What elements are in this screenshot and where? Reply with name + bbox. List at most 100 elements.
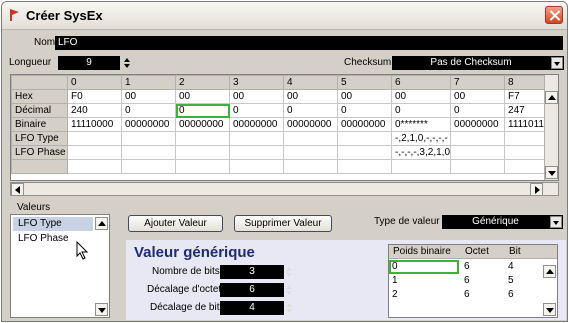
horizontal-scrollbar[interactable]: [10, 182, 559, 196]
table-cell[interactable]: 00: [175, 89, 230, 104]
table-scroll-down-icon[interactable]: [543, 303, 556, 316]
table-cell[interactable]: 4: [505, 260, 535, 274]
table-cell[interactable]: 11110000: [67, 117, 122, 132]
table-cell[interactable]: 6: [461, 274, 501, 288]
table-row: LFO Type -,2,1,0,-,-,-,-: [11, 131, 552, 146]
table-cell[interactable]: [337, 159, 392, 174]
table-cell[interactable]: [121, 159, 176, 174]
column-header: 7: [450, 75, 506, 90]
length-stepper-icon[interactable]: [124, 56, 130, 70]
table-cell[interactable]: 6: [461, 288, 501, 302]
table-cell[interactable]: 0: [283, 103, 338, 118]
table-cell[interactable]: 00: [390, 89, 452, 104]
table-scroll-up-icon[interactable]: [543, 265, 556, 278]
table-cell[interactable]: 0: [389, 260, 459, 274]
table-cell[interactable]: [450, 159, 506, 174]
table-cell[interactable]: [283, 159, 338, 174]
num-bits-stepper-icon[interactable]: [286, 265, 292, 279]
close-icon[interactable]: [545, 6, 563, 24]
table-cell[interactable]: 0*******: [390, 117, 452, 132]
scroll-down-icon[interactable]: [545, 166, 558, 179]
table-cell[interactable]: [229, 159, 284, 174]
table-cell[interactable]: 6: [505, 288, 535, 302]
table-cell[interactable]: 00000000: [337, 117, 392, 132]
bit-offset-input[interactable]: 4: [220, 301, 284, 315]
table-cell[interactable]: 5: [505, 274, 535, 288]
table-cell[interactable]: 00000000: [175, 117, 230, 132]
chevron-down-icon[interactable]: [551, 57, 563, 69]
table-cell[interactable]: -,2,1,0,-,-,-,-: [390, 131, 452, 146]
chevron-down-icon[interactable]: [550, 216, 562, 228]
scroll-up-icon[interactable]: [545, 91, 558, 104]
table-cell[interactable]: 00: [450, 89, 506, 104]
name-label: Nom: [34, 37, 56, 48]
table-cell[interactable]: 0: [390, 103, 452, 118]
row-label: LFO Type: [11, 131, 68, 146]
table-cell[interactable]: 0: [121, 103, 176, 118]
checksum-select[interactable]: Pas de Checksum: [392, 56, 564, 70]
table-row: Hex F0 00 00 00 00 00 00 00 F7: [11, 89, 552, 104]
table-cell[interactable]: 00000000: [450, 117, 506, 132]
table-cell[interactable]: 00: [283, 89, 338, 104]
name-input[interactable]: LFO: [55, 36, 563, 50]
column-header: 5: [337, 75, 392, 90]
table-cell[interactable]: [67, 145, 122, 160]
window-title: Créer SysEx: [26, 8, 103, 23]
bit-weights-header: Poids binaire Octet Bit: [389, 245, 557, 259]
table-cell[interactable]: 0: [450, 103, 506, 118]
table-cell[interactable]: [67, 159, 122, 174]
table-cell[interactable]: 2: [389, 288, 459, 302]
col-header-bit-weight: Poids binaire: [393, 246, 451, 257]
table-cell[interactable]: 00000000: [283, 117, 338, 132]
table-row: LFO Phase -,-,-,-,3,2,1,0: [11, 145, 552, 160]
table-cell[interactable]: 00: [337, 89, 392, 104]
table-cell[interactable]: 00: [121, 89, 176, 104]
table-cell[interactable]: [390, 159, 452, 174]
table-cell[interactable]: 1: [389, 274, 459, 288]
values-list[interactable]: LFO Type LFO Phase: [10, 214, 110, 318]
table-cell[interactable]: [450, 145, 506, 160]
table-cell[interactable]: 00: [229, 89, 284, 104]
bit-offset-label: Décalage de bit: [150, 302, 220, 313]
table-cell[interactable]: -,-,-,-,3,2,1,0: [390, 145, 452, 160]
table-cell[interactable]: [450, 131, 506, 146]
length-input[interactable]: 9: [58, 56, 120, 70]
table-cell[interactable]: 00000000: [229, 117, 284, 132]
values-title: Valeurs: [17, 202, 51, 213]
table-cell[interactable]: [175, 159, 230, 174]
table-cell[interactable]: [175, 145, 230, 160]
table-cell[interactable]: [337, 131, 392, 146]
table-cell[interactable]: F0: [67, 89, 122, 104]
table-cell[interactable]: 00000000: [121, 117, 176, 132]
list-item-lfo-type[interactable]: LFO Type: [13, 217, 93, 231]
table-cell[interactable]: [337, 145, 392, 160]
num-bits-label: Nombre de bits: [152, 266, 220, 277]
table-cell[interactable]: [229, 145, 284, 160]
table-cell[interactable]: [229, 131, 284, 146]
table-cell[interactable]: [283, 145, 338, 160]
bit-offset-stepper-icon[interactable]: [286, 301, 292, 315]
table-cell[interactable]: [121, 131, 176, 146]
add-value-button[interactable]: Ajouter Valeur: [128, 215, 223, 232]
table-cell[interactable]: [121, 145, 176, 160]
list-scroll-down-icon[interactable]: [95, 303, 108, 316]
table-cell[interactable]: 6: [461, 260, 501, 274]
vertical-scrollbar[interactable]: [544, 75, 558, 180]
remove-value-button[interactable]: Supprimer Valeur: [234, 215, 332, 232]
table-cell: [11, 159, 68, 174]
scroll-right-icon[interactable]: [530, 183, 543, 196]
table-cell[interactable]: 0: [229, 103, 284, 118]
table-cell[interactable]: 240: [67, 103, 122, 118]
checksum-value: Pas de Checksum: [430, 57, 512, 68]
byte-offset-stepper-icon[interactable]: [286, 283, 292, 297]
value-type-select[interactable]: Générique: [442, 215, 563, 229]
table-cell[interactable]: [67, 131, 122, 146]
table-cell[interactable]: [175, 131, 230, 146]
table-cell[interactable]: [283, 131, 338, 146]
scroll-left-icon[interactable]: [11, 183, 24, 196]
table-cell[interactable]: 0: [337, 103, 392, 118]
byte-offset-input[interactable]: 6: [220, 283, 284, 297]
table-cell[interactable]: 0: [175, 103, 230, 118]
list-scroll-up-icon[interactable]: [95, 217, 108, 230]
num-bits-input[interactable]: 3: [220, 265, 284, 279]
